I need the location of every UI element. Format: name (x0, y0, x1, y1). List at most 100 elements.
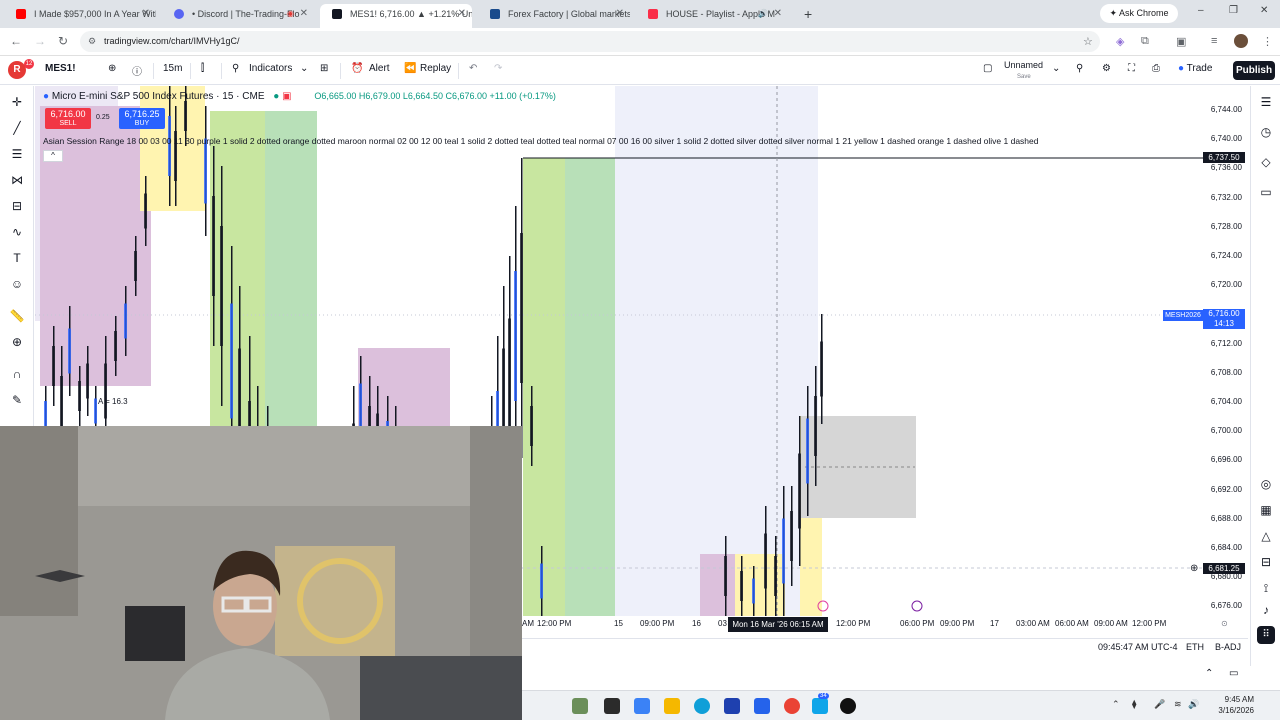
alert-icon[interactable]: ⏰ (351, 63, 363, 74)
streams-icon[interactable]: ⟟ (1258, 580, 1274, 596)
settings-icon[interactable]: ⚙ (1102, 63, 1111, 74)
event-marker-icon[interactable] (911, 600, 923, 612)
text-icon[interactable]: T (9, 250, 25, 266)
network-icon[interactable]: ⧫ (1132, 699, 1136, 710)
publish-button[interactable]: Publish (1233, 61, 1275, 80)
candle-type-icon[interactable]: ⫿ (201, 63, 204, 74)
ruler-icon[interactable]: 📏 (9, 308, 25, 324)
address-bar[interactable]: ⚙ tradingview.com/chart/IMVHy1gC/ (80, 31, 1100, 52)
chrome-icon[interactable] (784, 698, 800, 714)
widgets-icon[interactable] (572, 698, 588, 714)
ask-chrome-button[interactable]: ✦ Ask Chrome (1100, 4, 1178, 23)
chat-icon[interactable]: ▭ (1258, 184, 1274, 200)
layout-icon[interactable]: ▢ (983, 63, 992, 74)
trendline-icon[interactable]: ╱ (9, 120, 25, 136)
close-tab-icon[interactable]: ✕ (616, 4, 624, 24)
fib-icon[interactable]: ☰ (9, 146, 25, 162)
camera-icon[interactable]: ⎙ (1152, 63, 1160, 74)
obs-icon[interactable] (840, 698, 856, 714)
interval-button[interactable]: 15m (163, 63, 182, 74)
store-icon[interactable] (724, 698, 740, 714)
trade-button[interactable]: ● Trade (1178, 63, 1212, 74)
reload-icon[interactable]: ↻ (58, 34, 68, 48)
bookmark-star-icon[interactable]: ☆ (1083, 35, 1093, 48)
browser-tab[interactable]: Forex Factory | Global markets ✕ (478, 4, 630, 28)
file-explorer-icon[interactable] (664, 698, 680, 714)
profile-avatar[interactable] (1234, 34, 1248, 48)
browser-tab[interactable]: HOUSE - Playlist - Apple M 🔊 ✕ (636, 4, 788, 28)
search-icon[interactable]: ⚲ (1076, 63, 1083, 74)
tray-chevron-icon[interactable]: ⌃ (1112, 699, 1120, 710)
edge-icon[interactable] (694, 698, 710, 714)
utc-clock[interactable]: 09:45:47 AM UTC-4 (1098, 642, 1178, 652)
pattern-icon[interactable]: ⋈ (9, 172, 25, 188)
templates-icon[interactable]: ⊞ (320, 63, 328, 74)
emoji-icon[interactable]: ☺ (9, 276, 25, 292)
replay-button[interactable]: Replay (420, 63, 451, 74)
restore-icon[interactable]: ❐ (1229, 5, 1238, 16)
new-tab-button[interactable]: + (804, 6, 812, 22)
layout-name[interactable]: Unnamed (1004, 60, 1043, 70)
extension-icon[interactable]: ◈ (1116, 35, 1124, 48)
task-view-icon[interactable] (604, 698, 620, 714)
mic-icon[interactable]: 🎤 (1154, 699, 1165, 710)
notifications-icon[interactable]: ♪ (1258, 602, 1274, 618)
site-info-icon[interactable]: ⚙ (88, 36, 96, 47)
scale-settings-icon[interactable]: ⊙ (1221, 619, 1228, 628)
chevron-down-icon[interactable]: ⌄ (1052, 63, 1060, 74)
apps-grid-icon[interactable]: ⠿ (1257, 626, 1275, 644)
chrome-menu-icon[interactable]: ⋮ (1262, 35, 1273, 48)
indicator-legend[interactable]: Asian Session Range 18 00 03 00 11 30 pu… (43, 136, 1038, 146)
layers-icon[interactable]: ◇ (1258, 154, 1274, 170)
back-icon[interactable]: ← (10, 34, 22, 48)
add-alert-icon[interactable]: ⊕ (1190, 563, 1198, 574)
indicators-button[interactable]: Indicators (249, 63, 292, 74)
forward-icon[interactable]: → (34, 34, 46, 48)
browser-tab[interactable]: I Made $957,000 In A Year With ✕ (4, 4, 156, 28)
puzzle-icon[interactable]: ⧉ (1141, 35, 1149, 48)
teams-icon[interactable] (812, 698, 828, 714)
collapse-panel-icon[interactable]: ⌃ (1205, 668, 1213, 679)
close-tab-icon[interactable]: ✕ (142, 4, 150, 24)
system-clock[interactable]: 9:45 AM 3/16/2026 (1202, 694, 1254, 716)
lock-drawing-icon[interactable]: ✎ (9, 392, 25, 408)
alert-button[interactable]: Alert (369, 63, 390, 74)
calculator-icon[interactable]: ⊟ (1258, 554, 1274, 570)
browser-tab[interactable]: • Discord | The-Trading-Flo ◉ ✕ (162, 4, 314, 28)
session-toggle[interactable]: ETH (1186, 642, 1204, 652)
info-icon[interactable]: ⓘ (132, 63, 142, 78)
browser-tab-active[interactable]: MES1! 6,716.00 ▲ +1.21% Unn ✕ (320, 4, 472, 28)
sell-button[interactable]: 6,716.00 SELL (45, 108, 91, 129)
window-close-icon[interactable]: ✕ (1260, 5, 1268, 16)
prediction-icon[interactable]: ⊟ (9, 198, 25, 214)
price-axis[interactable]: 6,744.00 6,740.00 6,736.00 6,732.00 6,728.00… (1203, 86, 1248, 616)
maximize-panel-icon[interactable]: ▭ (1229, 668, 1238, 679)
magnet-icon[interactable]: ∩ (9, 366, 25, 382)
close-tab-icon[interactable]: ✕ (774, 4, 782, 24)
minimize-icon[interactable]: – (1198, 5, 1204, 16)
symbol-title[interactable]: Micro E-mini S&P 500 Index Futures · 15 … (52, 91, 265, 102)
collapse-legend-button[interactable]: ^ (43, 150, 63, 162)
fullscreen-icon[interactable]: ⛶ (1128, 63, 1135, 74)
ideas-icon[interactable]: △ (1258, 528, 1274, 544)
chevron-down-icon[interactable]: ⌄ (300, 63, 308, 74)
undo-icon[interactable]: ↶ (469, 63, 477, 74)
outlook-icon[interactable] (754, 698, 770, 714)
layout-save-label[interactable]: Save (1017, 74, 1031, 80)
replay-icon[interactable]: ⏪ (404, 63, 416, 74)
calendar-icon[interactable]: ▦ (1258, 502, 1274, 518)
volume-icon[interactable]: 🔊 (1188, 699, 1199, 710)
close-tab-icon[interactable]: ✕ (300, 4, 308, 24)
alerts-clock-icon[interactable]: ◷ (1258, 124, 1274, 140)
back-adjust-toggle[interactable]: B-ADJ (1215, 642, 1241, 652)
crosshair-icon[interactable]: ✛ (9, 94, 25, 110)
sidebar-icon[interactable]: ▣ (1176, 35, 1186, 48)
target-icon[interactable]: ◎ (1258, 476, 1274, 492)
time-axis[interactable]: AM 12:00 PM 15 09:00 PM 16 03 Mon 16 Mar… (522, 617, 1248, 633)
media-control-icon[interactable]: ≡ (1211, 35, 1217, 47)
compare-icon[interactable]: ⊕ (108, 63, 116, 74)
url-text[interactable]: tradingview.com/chart/IMVHy1gC/ (104, 31, 240, 52)
speaker-icon[interactable]: 🔊 (758, 4, 768, 24)
close-tab-icon[interactable]: ✕ (458, 4, 466, 24)
watchlist-icon[interactable]: ☰ (1258, 94, 1274, 110)
